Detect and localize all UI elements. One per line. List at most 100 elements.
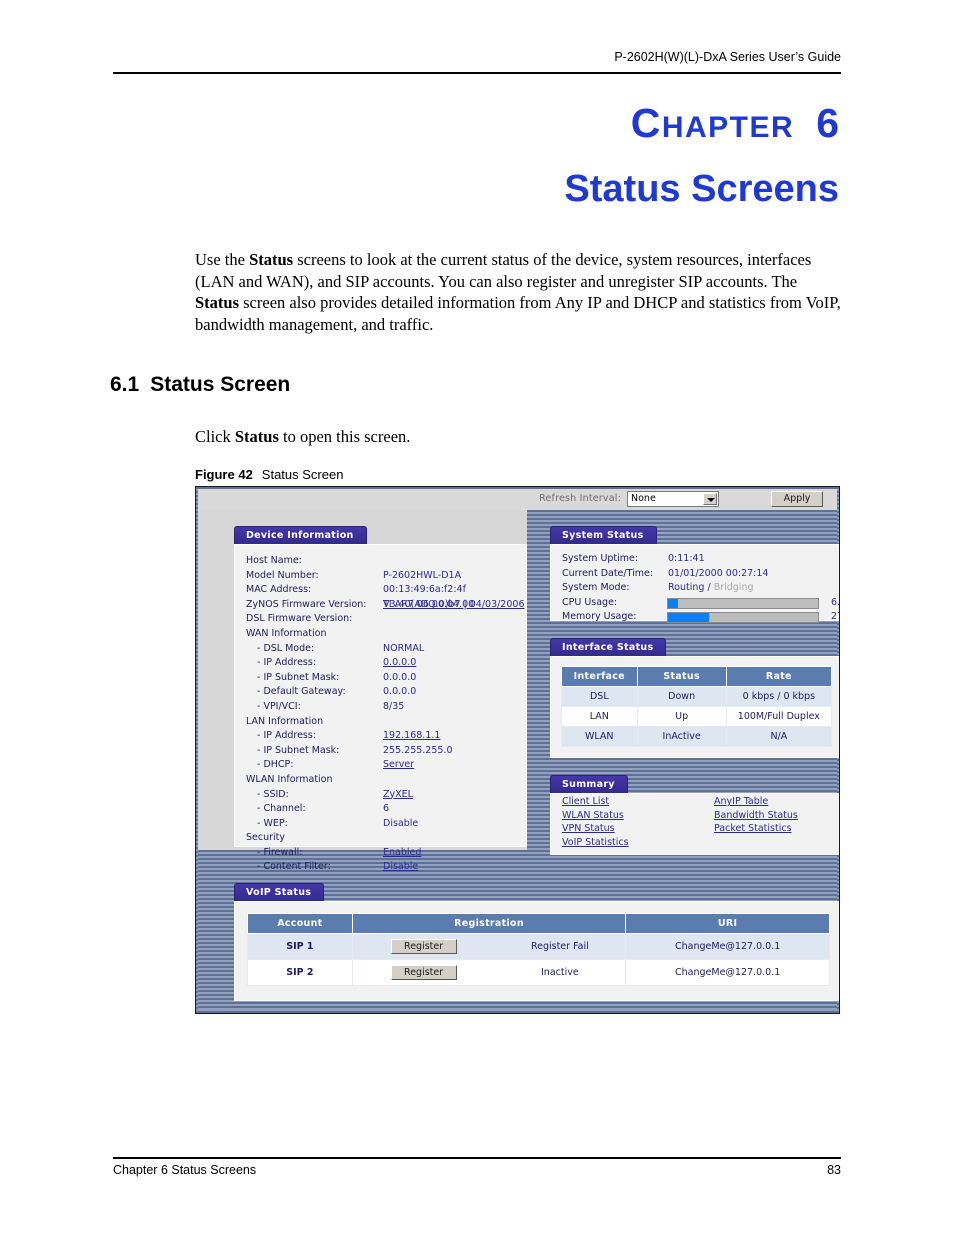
voip-status-table: Account Registration URI SIP 1 Register Regi… [247, 913, 830, 986]
chapter-word: CHAPTER [631, 100, 794, 146]
device-info-row: - IP Subnet Mask: 0.0.0.0 [235, 671, 526, 686]
summary-link[interactable]: Client List [562, 796, 609, 807]
system-mode-inactive: Bridging [713, 582, 754, 594]
device-info-value: 255.255.255.0 [383, 744, 453, 756]
column-header: URI [625, 913, 830, 934]
device-info-value: Disable [383, 817, 419, 829]
register-button[interactable]: Register [390, 939, 457, 954]
device-info-row: - DSL Mode: NORMAL [235, 642, 526, 657]
interface-status-tab[interactable]: Interface Status [550, 638, 667, 656]
device-info-row: - IP Address: 0.0.0.0 [235, 656, 526, 671]
system-uptime-label: System Uptime: [562, 553, 639, 564]
manual-page: P-2602H(W)(L)-DxA Series User’s Guide CH… [0, 0, 954, 1235]
device-info-label: - Default Gateway: [257, 686, 346, 698]
device-info-link[interactable]: Disable [383, 860, 418, 875]
device-info-label: - Firewall: [257, 846, 303, 858]
figure-caption: Figure 42 Status Screen [195, 467, 343, 482]
refresh-interval-value: None [631, 493, 656, 504]
device-info-value: P-2602HWL-D1A [383, 569, 462, 581]
device-info-row: - Channel: 6 [235, 802, 526, 817]
device-info-label: Model Number: [246, 569, 319, 581]
device-info-row: - WEP: Disable [235, 817, 526, 832]
voip-status-body: Account Registration URI SIP 1 Register Regi… [234, 901, 839, 1001]
column-header: Account [247, 913, 353, 934]
current-datetime-value: 01/01/2000 00:27:14 [668, 567, 769, 579]
device-info-link[interactable]: ZyXEL [383, 788, 413, 803]
summary-tab[interactable]: Summary [550, 775, 628, 793]
interface-status-table: Interface Status Rate DSL Down 0 kbps / 0 kb… [561, 666, 833, 747]
summary-link[interactable]: VPN Status [562, 823, 615, 834]
system-status-body: System Uptime: 0:11:41 Current Date/Time… [550, 544, 839, 624]
device-info-value: TI AR7 06.00.04.00 [383, 598, 475, 610]
section-title: Status Screen [150, 373, 291, 396]
apply-button[interactable]: Apply [771, 491, 823, 507]
memory-usage-fill [668, 613, 709, 623]
summary-link[interactable]: WLAN Status [562, 810, 624, 821]
current-datetime-label: Current Date/Time: [562, 567, 654, 579]
summary-link[interactable]: Packet Statistics [714, 823, 792, 834]
column-header: Status [636, 666, 727, 687]
system-uptime-value: 0:11:41 [668, 553, 705, 564]
voip-uri-cell: ChangeMe@127.0.0.1 [625, 933, 830, 960]
table-row: SIP 2 Register Inactive ChangeMe@127.0.0.1 [247, 959, 830, 986]
device-info-row: - Default Gateway: 0.0.0.0 [235, 685, 526, 700]
device-info-label: - VPI/VCI: [257, 700, 301, 712]
device-info-row: - IP Subnet Mask: 255.255.255.0 [235, 744, 526, 759]
device-info-label: - IP Subnet Mask: [257, 744, 340, 756]
device-info-row: WAN Information [235, 627, 526, 642]
device-info-row: LAN Information [235, 715, 526, 730]
table-cell: N/A [725, 726, 833, 747]
system-status-tab[interactable]: System Status [550, 526, 657, 544]
column-header: Interface [561, 666, 638, 687]
device-info-link[interactable]: 192.168.1.1 [383, 729, 440, 744]
voip-status-tab[interactable]: VoIP Status [234, 883, 325, 901]
system-mode-value: Routing / Bridging [668, 582, 754, 593]
chapter-title: Status Screens [564, 168, 839, 210]
device-info-row: WLAN Information [235, 773, 526, 788]
footer-rule [113, 1157, 841, 1159]
footer-page-number: 83 [827, 1163, 841, 1177]
device-info-label: - IP Subnet Mask: [257, 671, 340, 683]
table-cell: WLAN [561, 726, 638, 747]
device-info-label: ZyNOS Firmware Version: [246, 598, 367, 610]
device-information-tab[interactable]: Device Information [234, 526, 367, 544]
device-info-link[interactable]: Enabled [383, 846, 421, 861]
memory-usage-percent: 27% [831, 611, 839, 623]
device-info-row: - DHCP: Server [235, 758, 526, 773]
chapter-initial: C [630, 100, 662, 146]
refresh-interval-label: Refresh Interval: [539, 493, 621, 504]
device-info-label: - DSL Mode: [257, 642, 315, 654]
device-info-link[interactable]: 0.0.0.0 [383, 656, 416, 671]
summary-link[interactable]: AnyIP Table [714, 796, 768, 807]
summary-link[interactable]: Bandwidth Status [714, 810, 798, 821]
voip-account-cell: SIP 2 [247, 959, 353, 986]
memory-usage-row: Memory Usage: 27% [551, 611, 839, 626]
chevron-down-icon[interactable] [703, 493, 717, 505]
voip-uri-cell: ChangeMe@127.0.0.1 [625, 959, 830, 986]
device-info-link[interactable]: Server [383, 758, 414, 773]
summary-link[interactable]: VoIP Statistics [562, 837, 629, 848]
device-info-label: Host Name: [246, 555, 302, 566]
device-info-label: - Channel: [257, 803, 306, 815]
table-cell: DSL [561, 686, 638, 707]
cpu-usage-bar [667, 597, 819, 609]
memory-usage-bar [667, 612, 819, 624]
figure-caption-text: Status Screen [261, 467, 344, 482]
column-header: Registration [351, 913, 627, 934]
system-mode-active: Routing / [668, 582, 711, 594]
current-datetime-row: Current Date/Time: 01/01/2000 00:27:14 [551, 567, 839, 583]
section-heading: 6.1 Status Screen [110, 373, 290, 397]
intro-paragraph: Use the Status screens to look at the cu… [195, 250, 841, 334]
device-info-row: - Content Filter: Disable [235, 860, 526, 875]
device-info-row: - IP Address: 192.168.1.1 [235, 729, 526, 744]
device-info-row: - Firewall: Enabled [235, 846, 526, 861]
header-rule [113, 72, 841, 74]
register-button[interactable]: Register [390, 965, 457, 980]
device-info-label: LAN Information [246, 715, 324, 727]
device-info-value: 00:13:49:6a:f2:4f [383, 584, 466, 596]
table-row: LAN Up 100M/Full Duplex [561, 706, 833, 727]
memory-usage-label: Memory Usage: [562, 611, 637, 623]
device-info-row: ZyNOS Firmware Version: V3.40(ADQ.0)b7 | … [235, 598, 526, 613]
refresh-interval-select[interactable]: None [627, 491, 719, 507]
